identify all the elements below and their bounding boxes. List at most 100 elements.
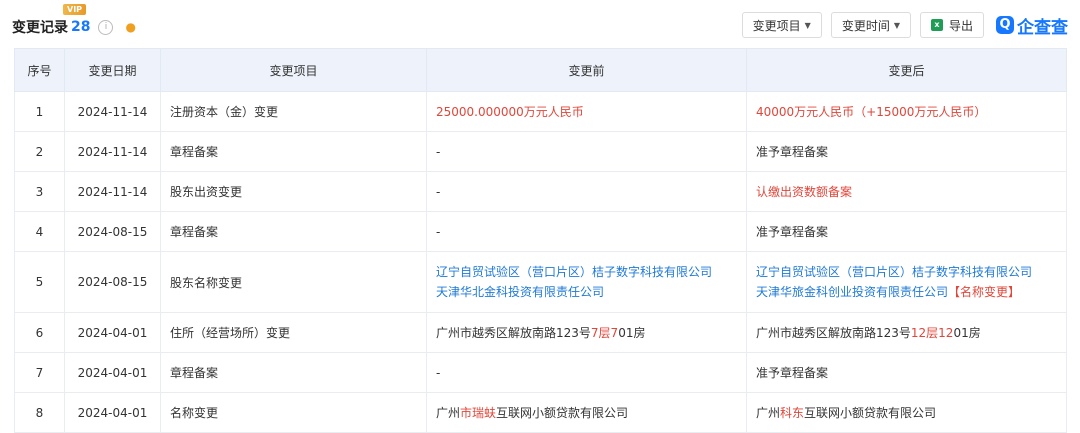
row-after: 广州市越秀区解放南路123号12层1201房 <box>746 312 1067 353</box>
row-no: 3 <box>14 171 65 212</box>
row-item: 章程备案 <box>160 211 427 252</box>
value-text: 认缴出资数额备案 <box>756 184 853 199</box>
value-line: 辽宁自贸试验区（营口片区）桔子数字科技有限公司 <box>756 262 1066 282</box>
row-no: 8 <box>14 392 65 433</box>
table-row: 2 2024-11-14 章程备案 - 准予章程备案 <box>14 131 1067 172</box>
row-after: 辽宁自贸试验区（营口片区）桔子数字科技有限公司 天津华旅金科创业投资有限责任公司【… <box>746 251 1067 313</box>
row-before: 广州市越秀区解放南路123号7层701房 <box>426 312 747 353</box>
row-item: 股东出资变更 <box>160 171 427 212</box>
value-line: 准予章程备案 <box>756 222 1066 242</box>
value-text: 广州市越秀区解放南路123号 <box>436 325 591 340</box>
row-before: - <box>426 352 747 393</box>
col-header-after: 变更后 <box>746 48 1067 92</box>
row-item: 股东名称变更 <box>160 251 427 313</box>
row-after: 准予章程备案 <box>746 211 1067 252</box>
company-link[interactable]: 天津华旅金科创业投资有限责任公司 <box>756 285 948 299</box>
value-text: 广州 <box>436 405 461 420</box>
row-date: 2024-04-01 <box>64 312 161 353</box>
row-no: 2 <box>14 131 65 172</box>
change-records-table: 序号 变更日期 变更项目 变更前 变更后 1 2024-11-14 注册资本（金）变… <box>14 48 1067 433</box>
value-line: - <box>436 142 746 162</box>
value-text: 7层7 <box>590 325 619 340</box>
row-before: - <box>426 171 747 212</box>
toolbar: 变更项目 ▼ 变更时间 ▼ x 导出 Q 企查查 <box>733 12 1068 38</box>
excel-icon: x <box>930 19 943 31</box>
value-line: 广州科东互联网小额贷款有限公司 <box>756 403 1066 423</box>
value-text: 广州 <box>756 405 781 420</box>
bell-icon[interactable]: ● <box>125 20 135 34</box>
value-line: 辽宁自贸试验区（营口片区）桔子数字科技有限公司 <box>436 262 746 282</box>
table-row: 6 2024-04-01 住所（经营场所）变更 广州市越秀区解放南路123号7层701… <box>14 312 1067 353</box>
info-icon[interactable]: i <box>98 19 114 35</box>
row-item: 名称变更 <box>160 392 427 433</box>
value-line: 广州市越秀区解放南路123号12层1201房 <box>756 323 1066 343</box>
row-date: 2024-08-15 <box>64 251 161 313</box>
company-link[interactable]: 辽宁自贸试验区（营口片区）桔子数字科技有限公司 <box>756 265 1032 279</box>
value-text: - <box>436 365 441 380</box>
value-text: 准予章程备案 <box>756 365 829 380</box>
row-no: 1 <box>14 91 65 132</box>
value-text: - <box>436 184 441 199</box>
value-line: - <box>436 363 746 383</box>
record-count: 28 <box>71 19 91 35</box>
value-line: 准予章程备案 <box>756 142 1066 162</box>
filter-time-label: 变更时间 <box>841 18 890 33</box>
value-text: 准予章程备案 <box>756 224 829 239</box>
section-title: 变更记录 <box>12 20 68 36</box>
table-body: 1 2024-11-14 注册资本（金）变更 25000.000000万元人民币 400… <box>14 91 1067 433</box>
value-line: 天津华旅金科创业投资有限责任公司【名称变更】 <box>756 282 1066 302</box>
table-row: 3 2024-11-14 股东出资变更 - 认缴出资数额备案 <box>14 171 1067 212</box>
row-date: 2024-04-01 <box>64 352 161 393</box>
export-button[interactable]: x 导出 <box>919 12 984 38</box>
filter-item-dropdown[interactable]: 变更项目 ▼ <box>741 12 822 38</box>
filter-item-label: 变更项目 <box>752 18 801 33</box>
col-header-item: 变更项目 <box>160 48 427 92</box>
row-before: 辽宁自贸试验区（营口片区）桔子数字科技有限公司 天津华北金科投资有限责任公司 <box>426 251 747 313</box>
row-item: 章程备案 <box>160 131 427 172</box>
row-after: 认缴出资数额备案 <box>746 171 1067 212</box>
row-no: 4 <box>14 211 65 252</box>
table-row: 8 2024-04-01 名称变更 广州市瑞蚨互联网小额贷款有限公司 广州科东互联网小额… <box>14 392 1067 433</box>
row-no: 7 <box>14 352 65 393</box>
value-text: - <box>436 144 441 159</box>
row-date: 2024-11-14 <box>64 131 161 172</box>
value-line: 广州市越秀区解放南路123号7层701房 <box>436 323 746 343</box>
value-line: 准予章程备案 <box>756 363 1066 383</box>
company-link[interactable]: 天津华北金科投资有限责任公司 <box>436 285 604 299</box>
table-row: 4 2024-08-15 章程备案 - 准予章程备案 <box>14 211 1067 252</box>
value-line: 认缴出资数额备案 <box>756 182 1066 202</box>
col-header-no: 序号 <box>14 48 65 92</box>
qichacha-logo-icon: Q <box>996 16 1014 34</box>
value-text: - <box>436 224 441 239</box>
table-row: 5 2024-08-15 股东名称变更 辽宁自贸试验区（营口片区）桔子数字科技有限公司… <box>14 251 1067 313</box>
filter-time-dropdown[interactable]: 变更时间 ▼ <box>830 12 911 38</box>
value-text: 01房 <box>953 325 981 340</box>
row-item: 注册资本（金）变更 <box>160 91 427 132</box>
value-line: 40000万元人民币（+15000万元人民币） <box>756 102 1066 122</box>
section-header: 变更记录 28 i ● VIP 变更项目 ▼ 变更时间 ▼ x 导出 Q 企查查 <box>0 0 1080 48</box>
col-header-before: 变更前 <box>426 48 747 92</box>
row-item: 章程备案 <box>160 352 427 393</box>
value-text: 互联网小额贷款有限公司 <box>496 405 629 420</box>
row-date: 2024-11-14 <box>64 91 161 132</box>
value-text: 准予章程备案 <box>756 144 829 159</box>
row-no: 5 <box>14 251 65 313</box>
value-line: 广州市瑞蚨互联网小额贷款有限公司 <box>436 403 746 423</box>
table-row: 7 2024-04-01 章程备案 - 准予章程备案 <box>14 352 1067 393</box>
value-line: - <box>436 182 746 202</box>
col-header-date: 变更日期 <box>64 48 161 92</box>
chevron-down-icon: ▼ <box>804 20 811 30</box>
row-after: 准予章程备案 <box>746 352 1067 393</box>
value-text: 互联网小额贷款有限公司 <box>804 405 937 420</box>
table-row: 1 2024-11-14 注册资本（金）变更 25000.000000万元人民币 400… <box>14 91 1067 132</box>
row-before: - <box>426 211 747 252</box>
value-text: 市瑞蚨 <box>460 405 497 420</box>
company-link[interactable]: 辽宁自贸试验区（营口片区）桔子数字科技有限公司 <box>436 265 712 279</box>
row-before: - <box>426 131 747 172</box>
row-before: 25000.000000万元人民币 <box>426 91 747 132</box>
row-date: 2024-08-15 <box>64 211 161 252</box>
value-line: 25000.000000万元人民币 <box>436 102 746 122</box>
value-text: 【名称变更】 <box>948 285 1021 299</box>
title-group: 变更记录 28 i ● <box>12 17 136 37</box>
row-date: 2024-04-01 <box>64 392 161 433</box>
